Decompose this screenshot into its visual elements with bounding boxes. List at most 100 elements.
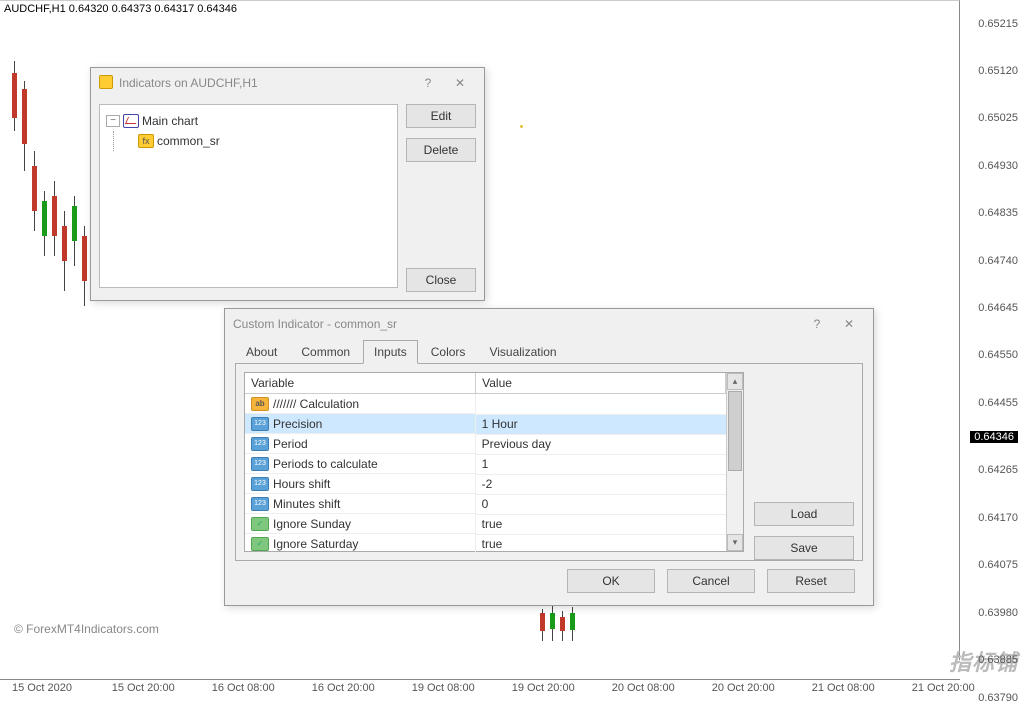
variable-cell[interactable]: Minutes shift bbox=[245, 494, 476, 514]
scroll-thumb[interactable] bbox=[728, 391, 742, 471]
tree-root[interactable]: − Main chart bbox=[106, 111, 391, 131]
value-cell[interactable]: 1 Hour bbox=[476, 414, 726, 434]
close-icon[interactable]: ✕ bbox=[444, 72, 476, 94]
price-tick: 0.64075 bbox=[978, 559, 1018, 571]
price-tick: 0.64265 bbox=[978, 464, 1018, 476]
save-button[interactable]: Save bbox=[754, 536, 854, 560]
dialog-title: Indicators on AUDCHF,H1 bbox=[119, 76, 258, 90]
time-tick: 15 Oct 20:00 bbox=[112, 682, 175, 694]
variable-name: Hours shift bbox=[273, 477, 330, 491]
col-variable[interactable]: Variable bbox=[245, 373, 476, 394]
price-tick: 0.64170 bbox=[978, 512, 1018, 524]
price-tick: 0.65120 bbox=[978, 65, 1018, 77]
value-cell[interactable] bbox=[476, 394, 726, 415]
number-type-icon bbox=[251, 477, 269, 491]
time-tick: 20 Oct 08:00 bbox=[612, 682, 675, 694]
indicators-dialog[interactable]: Indicators on AUDCHF,H1 ? ✕ − Main chart… bbox=[90, 67, 485, 301]
value-cell[interactable]: Previous day bbox=[476, 434, 726, 454]
col-value[interactable]: Value bbox=[476, 373, 726, 394]
parameters-grid[interactable]: Variable Value /////// Calculation Precis… bbox=[244, 372, 744, 552]
table-row[interactable]: Ignore Sunday true bbox=[245, 514, 726, 534]
bool-type-icon bbox=[251, 537, 269, 551]
tab-visualization[interactable]: Visualization bbox=[478, 340, 567, 364]
time-tick: 16 Oct 20:00 bbox=[312, 682, 375, 694]
variable-cell[interactable]: Periods to calculate bbox=[245, 454, 476, 474]
value-cell[interactable]: 0 bbox=[476, 494, 726, 514]
price-tick: 0.63790 bbox=[978, 692, 1018, 704]
time-tick: 19 Oct 20:00 bbox=[512, 682, 575, 694]
table-row[interactable]: Precision1 Hour bbox=[245, 414, 726, 434]
variable-name: /////// Calculation bbox=[273, 397, 359, 411]
value-cell[interactable]: 1 bbox=[476, 454, 726, 474]
help-button[interactable]: ? bbox=[801, 313, 833, 335]
tab-about[interactable]: About bbox=[235, 340, 288, 364]
ok-button[interactable]: OK bbox=[567, 569, 655, 593]
price-tick: 0.64740 bbox=[978, 255, 1018, 267]
load-button[interactable]: Load bbox=[754, 502, 854, 526]
variable-cell[interactable]: Ignore Sunday bbox=[245, 514, 476, 534]
tree-item-label: common_sr bbox=[157, 134, 220, 148]
time-tick: 19 Oct 08:00 bbox=[412, 682, 475, 694]
variable-cell[interactable]: Period bbox=[245, 434, 476, 454]
table-row[interactable]: PeriodPrevious day bbox=[245, 434, 726, 454]
string-type-icon bbox=[251, 397, 269, 411]
variable-cell[interactable]: Precision bbox=[245, 414, 476, 434]
reset-button[interactable]: Reset bbox=[767, 569, 855, 593]
tab-common[interactable]: Common bbox=[290, 340, 361, 364]
table-row[interactable]: /////// Calculation bbox=[245, 394, 726, 415]
main-chart-icon bbox=[123, 114, 139, 128]
variable-name: Ignore Sunday bbox=[273, 517, 351, 531]
scroll-up-icon[interactable]: ▴ bbox=[727, 373, 743, 390]
copyright-text: © ForexMT4Indicators.com bbox=[14, 622, 159, 636]
indicator-icon: fx bbox=[138, 134, 154, 148]
close-icon[interactable]: ✕ bbox=[833, 313, 865, 335]
value-cell[interactable]: -2 bbox=[476, 474, 726, 494]
tab-strip: AboutCommonInputsColorsVisualization bbox=[225, 339, 873, 363]
variable-cell[interactable]: Ignore Saturday bbox=[245, 534, 476, 554]
dialog-titlebar[interactable]: Indicators on AUDCHF,H1 ? ✕ bbox=[91, 68, 484, 98]
table-row[interactable]: Minutes shift0 bbox=[245, 494, 726, 514]
price-tick: 0.64455 bbox=[978, 397, 1018, 409]
price-tick: 0.64550 bbox=[978, 349, 1018, 361]
price-tick: 0.65215 bbox=[978, 18, 1018, 30]
custom-indicator-dialog[interactable]: Custom Indicator - common_sr ? ✕ AboutCo… bbox=[224, 308, 874, 606]
cancel-button[interactable]: Cancel bbox=[667, 569, 755, 593]
chart-header: AUDCHF,H1 0.64320 0.64373 0.64317 0.6434… bbox=[2, 2, 239, 16]
vertical-scrollbar[interactable]: ▴ ▾ bbox=[726, 373, 743, 551]
table-row[interactable]: Hours shift -2 bbox=[245, 474, 726, 494]
price-tick: 0.64346 bbox=[970, 431, 1018, 443]
price-tick: 0.64645 bbox=[978, 302, 1018, 314]
help-button[interactable]: ? bbox=[412, 72, 444, 94]
tree-item[interactable]: fx common_sr bbox=[138, 131, 391, 151]
variable-cell[interactable]: Hours shift bbox=[245, 474, 476, 494]
dialog-titlebar[interactable]: Custom Indicator - common_sr ? ✕ bbox=[225, 309, 873, 339]
close-button[interactable]: Close bbox=[406, 268, 476, 292]
time-tick: 20 Oct 20:00 bbox=[712, 682, 775, 694]
number-type-icon bbox=[251, 497, 269, 511]
price-tick: 0.65025 bbox=[978, 112, 1018, 124]
number-type-icon bbox=[251, 437, 269, 451]
dialog-title: Custom Indicator - common_sr bbox=[233, 317, 397, 331]
inputs-tabpane: Variable Value /////// Calculation Precis… bbox=[235, 363, 863, 561]
tab-inputs[interactable]: Inputs bbox=[363, 340, 418, 364]
tree-collapse-icon[interactable]: − bbox=[106, 115, 120, 127]
indicator-tree[interactable]: − Main chart fx common_sr bbox=[99, 104, 398, 288]
marker-dot bbox=[520, 125, 523, 128]
edit-button[interactable]: Edit bbox=[406, 104, 476, 128]
delete-button[interactable]: Delete bbox=[406, 138, 476, 162]
value-cell[interactable]: true bbox=[476, 514, 726, 534]
time-tick: 21 Oct 20:00 bbox=[912, 682, 975, 694]
number-type-icon bbox=[251, 417, 269, 431]
value-cell[interactable]: true bbox=[476, 534, 726, 554]
table-row[interactable]: Ignore Saturday true bbox=[245, 534, 726, 554]
table-row[interactable]: Periods to calculate1 bbox=[245, 454, 726, 474]
time-tick: 16 Oct 08:00 bbox=[212, 682, 275, 694]
price-tick: 0.63885 bbox=[978, 654, 1018, 666]
variable-name: Ignore Saturday bbox=[273, 537, 358, 551]
price-axis: 0.652150.651200.650250.649300.648350.647… bbox=[960, 0, 1024, 680]
variable-cell[interactable]: /////// Calculation bbox=[245, 394, 476, 414]
tab-colors[interactable]: Colors bbox=[420, 340, 477, 364]
price-tick: 0.64835 bbox=[978, 207, 1018, 219]
time-tick: 15 Oct 2020 bbox=[12, 682, 72, 694]
scroll-down-icon[interactable]: ▾ bbox=[727, 534, 743, 551]
